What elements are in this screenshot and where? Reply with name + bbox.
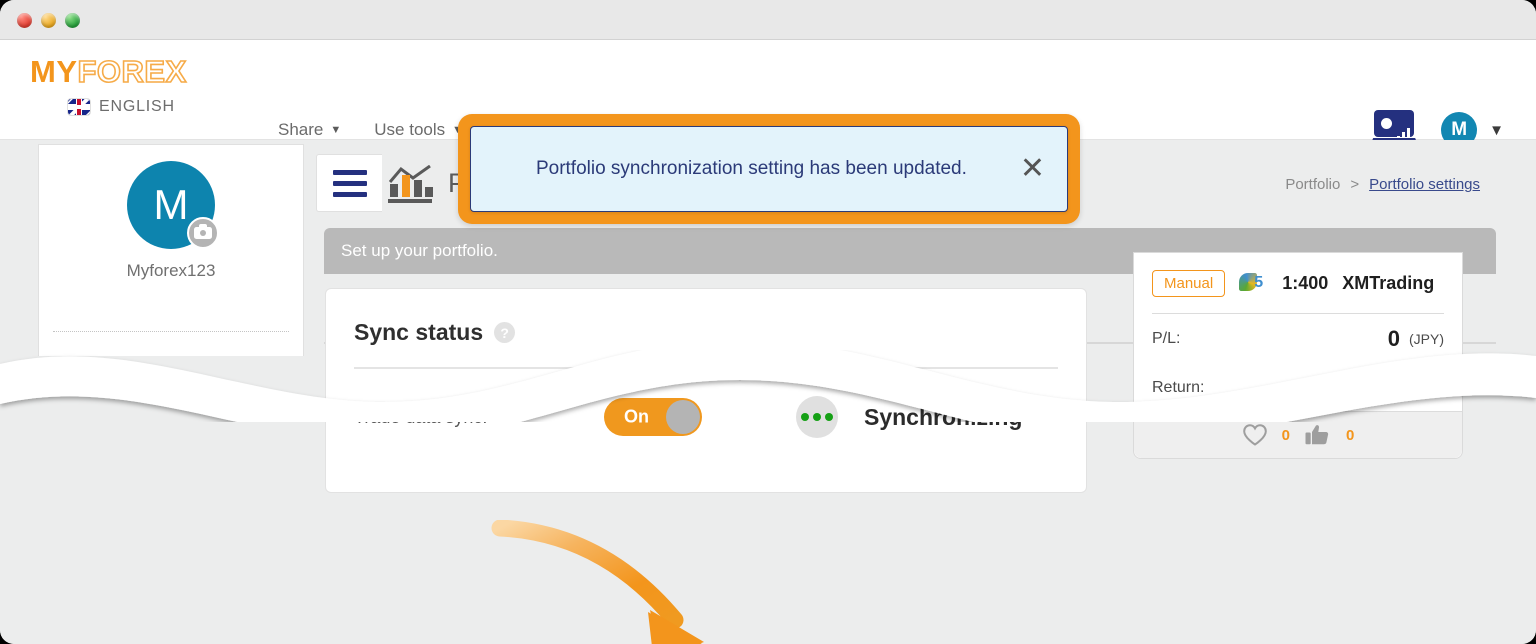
logo-secondary: FOREX	[77, 54, 187, 89]
chart-line	[389, 165, 431, 183]
status-badge: Manual	[1152, 269, 1226, 297]
nav-item-share-label: Share	[278, 120, 324, 139]
nav-item-use-tools[interactable]: Use tools ▼	[374, 120, 463, 140]
toast-highlight-box: Portfolio synchronization setting has be…	[458, 114, 1080, 224]
notification-message: Portfolio synchronization setting has be…	[535, 158, 967, 179]
toggle-knob	[666, 400, 700, 434]
return-value: 0	[1400, 374, 1414, 400]
account-card-footer: 0 0	[1134, 411, 1462, 458]
trade-data-sync-label: Trade data sync:	[354, 406, 488, 427]
divider	[53, 331, 289, 332]
trade-data-sync-row: Trade data sync: On Synchronizing	[354, 387, 1058, 447]
breadcrumb: Portfolio > Portfolio settings	[1285, 176, 1480, 193]
account-card-header: Manual 5 1:400 XMTrading	[1134, 253, 1462, 313]
toggle-state-label: On	[624, 406, 649, 427]
page-title-row: P	[386, 162, 466, 204]
heart-icon[interactable]	[1242, 423, 1268, 447]
profile-avatar-wrap[interactable]: M	[127, 161, 219, 249]
profile-username: Myforex123	[126, 261, 216, 280]
mt5-icon: 5	[1239, 272, 1268, 294]
return-unit: (%)	[1422, 379, 1444, 396]
question-mark-icon[interactable]: ?	[494, 322, 516, 343]
nav-item-share[interactable]: Share ▼	[278, 120, 341, 140]
app-window: MYFOREX ENGLISH Share ▼ Use tools ▼	[0, 0, 1536, 644]
minimize-window-button[interactable]	[41, 13, 56, 28]
sync-status-header: Sync status ?	[354, 319, 516, 346]
breadcrumb-parent[interactable]: Portfolio	[1285, 176, 1340, 193]
like-count: 0	[1346, 426, 1355, 444]
table-row: P/L: 0 (JPY)	[1134, 314, 1462, 363]
chevron-down-icon: ▼	[330, 123, 342, 136]
logo-primary: MY	[30, 54, 78, 89]
breadcrumb-separator: >	[1350, 176, 1360, 193]
uk-flag-icon	[68, 99, 90, 115]
thumbs-up-icon[interactable]	[1304, 423, 1332, 447]
sync-status-text: Synchronizing	[864, 403, 1023, 430]
trade-data-sync-toggle[interactable]: On	[604, 398, 702, 436]
nav-item-use-tools-label: Use tools	[374, 120, 446, 139]
close-icon[interactable]: ✕	[1004, 154, 1045, 184]
site-logo[interactable]: MYFOREX ENGLISH	[30, 54, 260, 116]
notification-toast: Portfolio synchronization setting has be…	[470, 126, 1068, 212]
pl-label: P/L:	[1152, 329, 1181, 347]
leverage-value: 1:400	[1282, 272, 1329, 293]
divider	[354, 367, 1058, 369]
chevron-down-icon[interactable]: ▼	[1489, 122, 1504, 139]
camera-icon[interactable]	[187, 217, 219, 249]
pl-unit: (JPY)	[1409, 330, 1444, 347]
broker-name: XMTrading	[1342, 272, 1435, 293]
account-card: Manual 5 1:400 XMTrading P/L: 0 (JPY) Re…	[1133, 252, 1463, 459]
table-row: Return: 0 (%)	[1134, 363, 1462, 412]
window-controls	[17, 13, 80, 28]
maximize-window-button[interactable]	[65, 13, 80, 28]
logo-text: MYFOREX	[30, 54, 260, 89]
language-selector[interactable]: ENGLISH	[30, 98, 260, 116]
window-titlebar	[0, 0, 1536, 40]
breadcrumb-current[interactable]: Portfolio settings	[1369, 176, 1480, 193]
language-label: ENGLISH	[99, 98, 175, 115]
profile-card: M Myforex123	[38, 144, 304, 356]
chart-bar-icon	[386, 162, 434, 204]
three-green-dots-icon	[796, 396, 838, 438]
sync-status-title: Sync status	[354, 319, 484, 345]
hamburger-menu-icon[interactable]	[316, 154, 382, 212]
pl-value: 0	[1387, 325, 1400, 351]
return-label: Return:	[1152, 378, 1205, 396]
favorite-count: 0	[1281, 426, 1290, 444]
sync-status-card: Sync status ? Trade data sync: On Synchr…	[325, 288, 1087, 493]
close-window-button[interactable]	[17, 13, 32, 28]
